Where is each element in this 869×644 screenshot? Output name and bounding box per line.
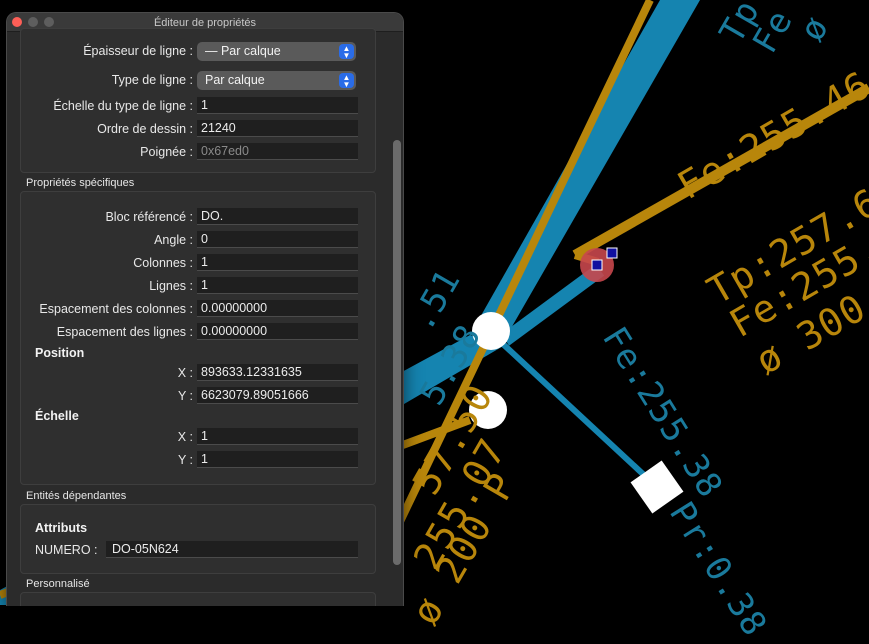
attribute-numero-row: NUMERO : DO-05N624 [21,541,375,559]
angle-field[interactable]: 0 [197,231,358,248]
linetype-select[interactable]: Par calque ▲ ▼ [197,71,356,90]
specific-properties-group: Bloc référencé : DO. Angle : 0 Colonnes … [20,191,376,485]
scale-heading: Échelle [35,409,79,423]
handle-row: Poignée : 0x67ed0 [21,143,375,161]
minimize-window-button[interactable] [28,17,38,27]
column-spacing-label: Espacement des colonnes : [39,302,193,316]
attribute-numero-field[interactable]: DO-05N624 [106,541,358,558]
block-reference-label: Bloc référencé : [105,210,193,224]
linetype-label: Type de ligne : [111,73,193,87]
lineweight-label: Épaisseur de ligne : [83,44,193,58]
close-window-button[interactable] [12,17,22,27]
chevron-updown-icon: ▲ ▼ [339,73,354,89]
rows-field[interactable]: 1 [197,277,358,294]
block-reference-field[interactable]: DO. [197,208,358,225]
custom-properties-title: Personnalisé [26,578,90,590]
linetype-scale-field[interactable]: 1 [197,97,358,114]
position-x-field[interactable]: 893633.12331635 [197,364,358,381]
attribute-numero-label: NUMERO : [35,543,98,557]
draw-order-row: Ordre de dessin : 21240 [21,120,375,138]
position-y-label: Y : [177,389,193,403]
row-spacing-field[interactable]: 0.00000000 [197,323,358,340]
linetype-row: Type de ligne : Par calque ▲ ▼ [21,71,375,90]
chevron-updown-icon: ▲ ▼ [339,44,354,60]
grip-square[interactable] [606,247,618,259]
column-spacing-row: Espacement des colonnes : 0.00000000 [21,300,375,318]
scale-x-field[interactable]: 1 [197,428,358,445]
scale-y-row: Y : 1 [21,451,375,469]
zoom-window-button[interactable] [44,17,54,27]
block-reference-row: Bloc référencé : DO. [21,208,375,226]
position-y-field[interactable]: 6623079.89051666 [197,387,358,404]
draw-order-field[interactable]: 21240 [197,120,358,137]
dependent-entities-title: Entités dépendantes [26,490,127,502]
position-heading: Position [35,346,85,360]
lineweight-select[interactable]: — Par calque ▲ ▼ [197,42,356,61]
grip-square[interactable] [591,259,603,271]
angle-label: Angle : [154,233,193,247]
vertical-scrollbar[interactable] [393,140,401,565]
property-editor-window: Éditeur de propriétés Épaisseur de ligne… [6,12,404,606]
property-editor-content[interactable]: Épaisseur de ligne : — Par calque ▲ ▼ Typ… [7,28,403,606]
position-y-row: Y : 6623079.89051666 [21,387,375,405]
linetype-scale-row: Échelle du type de ligne : 1 [21,97,375,115]
dependent-entities-group: Attributs NUMERO : DO-05N624 [20,504,376,574]
columns-field[interactable]: 1 [197,254,358,271]
general-properties-group: Épaisseur de ligne : — Par calque ▲ ▼ Typ… [20,28,376,173]
scale-y-label: Y : [177,453,193,467]
row-spacing-row: Espacement des lignes : 0.00000000 [21,323,375,341]
attributes-heading: Attributs [35,521,88,535]
specific-properties-title: Propriétés spécifiques [26,177,135,189]
scale-x-label: X : [177,430,193,444]
lineweight-row: Épaisseur de ligne : — Par calque ▲ ▼ [21,42,375,61]
columns-row: Colonnes : 1 [21,254,375,272]
angle-row: Angle : 0 [21,231,375,249]
handle-field: 0x67ed0 [197,143,358,160]
linetype-scale-label: Échelle du type de ligne : [53,99,193,113]
rows-row: Lignes : 1 [21,277,375,295]
position-x-label: X : [177,366,193,380]
custom-properties-group [20,592,376,606]
scale-x-row: X : 1 [21,428,375,446]
rows-label: Lignes : [149,279,193,293]
handle-label: Poignée : [140,145,193,159]
position-x-row: X : 893633.12331635 [21,364,375,382]
scale-y-field[interactable]: 1 [197,451,358,468]
linetype-value: Par calque [205,73,265,87]
row-spacing-label: Espacement des lignes : [56,325,193,339]
column-spacing-field[interactable]: 0.00000000 [197,300,358,317]
columns-label: Colonnes : [133,256,193,270]
lineweight-value: — Par calque [205,44,281,58]
draw-order-label: Ordre de dessin : [97,122,193,136]
